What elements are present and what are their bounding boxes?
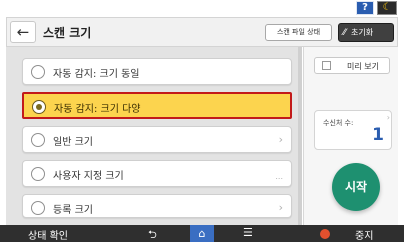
- option-regular-size[interactable]: 일반 크기 ›: [22, 126, 292, 153]
- option-registered-size[interactable]: 등록 크기 ›: [22, 194, 292, 218]
- option-label: 자동 감지: 크기 다양: [54, 104, 141, 115]
- stop-icon[interactable]: [320, 229, 330, 239]
- recipients-label: 수신처 수:: [323, 119, 354, 127]
- option-auto-detect-same[interactable]: 자동 감지: 크기 동일: [22, 58, 292, 85]
- page-title: 스캔 크기: [43, 26, 92, 40]
- option-label: 등록 크기: [53, 205, 93, 216]
- chevron-right-icon: ›: [386, 113, 390, 122]
- scan-size-screen: ? ☾ ← 스캔 크기 스캔 파일 상태 ⁄⁄ 초기화 자동 감지: 크기 동일 …: [0, 0, 404, 242]
- option-label: 자동 감지: 크기 동일: [53, 69, 140, 80]
- return-icon[interactable]: ⮌: [148, 226, 157, 242]
- preview-checkbox[interactable]: [322, 61, 331, 70]
- radio-button: [31, 201, 45, 215]
- moon-icon[interactable]: ☾: [377, 1, 397, 15]
- title-bar: ← 스캔 크기 스캔 파일 상태 ⁄⁄ 초기화: [6, 17, 398, 47]
- recipients-count: 1: [372, 125, 384, 145]
- option-label: 일반 크기: [53, 137, 93, 148]
- scrollbar[interactable]: [298, 47, 302, 225]
- top-strip: ? ☾: [0, 0, 404, 17]
- reset-label: 초기화: [351, 28, 374, 37]
- option-label: 사용자 지정 크기: [53, 171, 124, 182]
- scan-file-status-button[interactable]: 스캔 파일 상태: [265, 24, 332, 41]
- stop-button[interactable]: 중지: [355, 227, 373, 242]
- preview-label: 미리 보기: [347, 62, 379, 71]
- status-check-button[interactable]: 상태 확인: [28, 227, 68, 242]
- side-panel: 미리 보기 수신처 수: 1 › 시작: [303, 47, 398, 225]
- chevron-right-icon: ›: [278, 201, 283, 214]
- bottom-bar: 상태 확인 ⮌ ⌂ ☰ 중지: [0, 225, 404, 242]
- menu-icon[interactable]: ☰: [243, 226, 253, 239]
- size-option-list: 자동 감지: 크기 동일 자동 감지: 크기 다양 일반 크기 › 사용자 지정…: [6, 47, 302, 225]
- option-auto-detect-mixed[interactable]: 자동 감지: 크기 다양: [22, 92, 292, 119]
- help-button[interactable]: ?: [356, 1, 374, 15]
- radio-button-selected: [32, 100, 46, 114]
- pencil-slash-icon: ⁄⁄: [343, 28, 347, 38]
- more-icon: ...: [275, 172, 283, 181]
- radio-button: [31, 65, 45, 79]
- start-button[interactable]: 시작: [332, 163, 380, 211]
- chevron-right-icon: ›: [278, 133, 283, 146]
- recipients-count-box[interactable]: 수신처 수: 1 ›: [314, 110, 392, 150]
- home-icon[interactable]: ⌂: [190, 225, 214, 242]
- back-button[interactable]: ←: [10, 21, 36, 43]
- radio-button: [31, 133, 45, 147]
- radio-button: [31, 167, 45, 181]
- option-custom-size[interactable]: 사용자 지정 크기 ...: [22, 160, 292, 187]
- reset-button[interactable]: ⁄⁄ 초기화: [338, 23, 394, 42]
- preview-toggle[interactable]: 미리 보기: [314, 57, 390, 74]
